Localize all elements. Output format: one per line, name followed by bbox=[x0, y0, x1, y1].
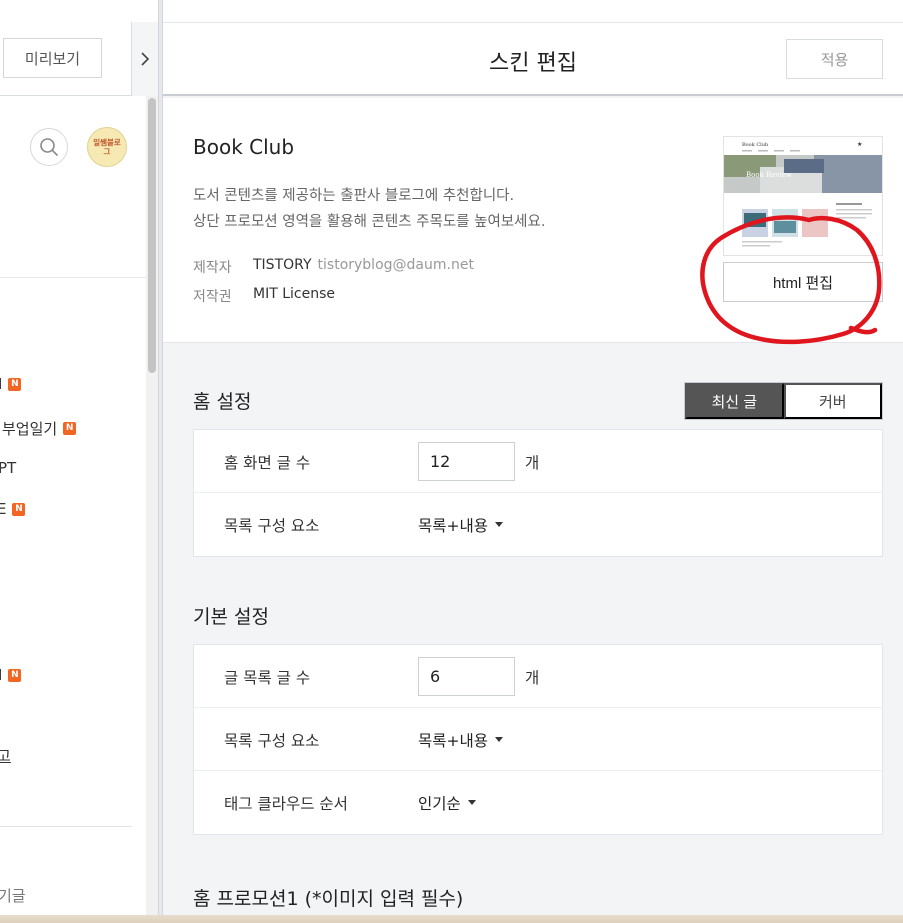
home-post-count-label: 홈 화면 글 수 bbox=[224, 453, 311, 472]
preview-scrollbar[interactable] bbox=[146, 96, 158, 923]
thumb-site-title: Book Club bbox=[742, 142, 768, 148]
basic-settings-title: 기본 설정 bbox=[193, 606, 269, 628]
skin-name: Book Club bbox=[193, 135, 295, 159]
home-settings-title: 홈 설정 bbox=[193, 391, 252, 413]
home-list-components-label: 목록 구성 요소 bbox=[224, 516, 320, 535]
settings-row: 목록 구성 요소 목록+내용 bbox=[194, 708, 882, 771]
blog-search-button[interactable] bbox=[30, 128, 68, 166]
avatar-text: 일쌤블로그 bbox=[93, 138, 121, 156]
new-badge: N bbox=[8, 377, 22, 391]
footer-link-label: 기글 bbox=[0, 887, 26, 905]
annotation-circle bbox=[700, 215, 882, 345]
top-strip bbox=[163, 0, 903, 22]
caret-down-icon bbox=[495, 737, 504, 742]
skin-license: 저작권 MIT License bbox=[193, 286, 335, 306]
bottom-strip bbox=[0, 915, 903, 923]
home-promotion-title: 홈 프로모션1 (*이미지 입력 필수) bbox=[193, 888, 464, 910]
settings-row: 목록 구성 요소 목록+내용 bbox=[194, 493, 882, 556]
footer-link[interactable]: 기글 bbox=[0, 885, 26, 906]
list-components-label: 목록 구성 요소 bbox=[224, 731, 320, 750]
blog-preview-pane: 미리보기 일쌤블로그 I N 부업일기 N PT E N I N 고 기글 bbox=[0, 0, 158, 923]
skin-description: 도서 콘텐츠를 제공하는 출판사 블로그에 추천합니다. 상단 프로모션 영역을… bbox=[193, 183, 545, 235]
search-icon bbox=[40, 138, 59, 157]
caret-down-icon bbox=[467, 800, 476, 805]
thumb-banner-text: Book Review bbox=[746, 171, 792, 179]
settings-row: 태그 클라우드 순서 인기순 bbox=[194, 771, 882, 834]
home-post-count-input[interactable] bbox=[418, 442, 515, 481]
category-item[interactable]: PT bbox=[0, 459, 16, 477]
new-badge: N bbox=[63, 422, 77, 435]
blog-avatar[interactable]: 일쌤블로그 bbox=[87, 127, 127, 167]
skin-editor-panel: 스킨 편집 적용 Book Club 도서 콘텐츠를 제공하는 출판사 블로그에… bbox=[163, 0, 903, 923]
scrollbar-thumb[interactable] bbox=[148, 98, 156, 373]
chevron-right-icon bbox=[141, 52, 150, 66]
apply-button[interactable]: 적용 bbox=[786, 39, 883, 79]
list-count-label: 글 목록 글 수 bbox=[224, 668, 311, 687]
license-key: 저작권 bbox=[193, 289, 232, 305]
unit-label: 개 bbox=[525, 668, 540, 687]
maker-value-wrap: TISTORY tistoryblog@daum.net bbox=[253, 257, 474, 277]
settings-row: 홈 화면 글 수 개 bbox=[194, 430, 882, 493]
tab-latest-posts[interactable]: 최신 글 bbox=[685, 383, 784, 419]
unit-label: 개 bbox=[525, 453, 540, 472]
home-mode-toggle: 최신 글 커버 bbox=[684, 382, 883, 420]
divider bbox=[0, 277, 146, 278]
tag-cloud-order-dropdown[interactable]: 인기순 bbox=[418, 771, 476, 834]
category-label: I bbox=[0, 375, 3, 393]
new-badge: N bbox=[8, 668, 22, 682]
home-list-components-dropdown[interactable]: 목록+내용 bbox=[418, 493, 504, 556]
license-value: MIT License bbox=[253, 286, 335, 302]
list-count-input[interactable] bbox=[418, 657, 515, 696]
category-label: E bbox=[0, 500, 7, 518]
basic-settings-box: 글 목록 글 수 개 목록 구성 요소 목록+내용 태그 클라우드 순서 인기순 bbox=[193, 644, 883, 835]
caret-down-icon bbox=[495, 522, 504, 527]
category-label: 부업일기 bbox=[2, 420, 58, 438]
dropdown-value: 목록+내용 bbox=[418, 516, 489, 535]
divider bbox=[0, 826, 132, 827]
tab-cover[interactable]: 커버 bbox=[783, 383, 882, 419]
collapse-panel-button[interactable] bbox=[131, 22, 158, 96]
category-item[interactable]: E N bbox=[0, 500, 26, 518]
category-item[interactable]: 고 bbox=[0, 745, 11, 766]
dropdown-value: 인기순 bbox=[418, 794, 461, 813]
skin-maker: 제작자 TISTORY tistoryblog@daum.net bbox=[193, 257, 474, 277]
skin-description-line: 상단 프로모션 영역을 활용해 콘텐츠 주목도를 높여보세요. bbox=[193, 214, 546, 230]
preview-button[interactable]: 미리보기 bbox=[3, 38, 102, 78]
home-settings-box: 홈 화면 글 수 개 목록 구성 요소 목록+내용 bbox=[193, 429, 883, 557]
category-item[interactable]: I N bbox=[0, 375, 22, 393]
category-label: I bbox=[0, 666, 3, 684]
svg-text:★: ★ bbox=[857, 141, 862, 148]
tag-cloud-order-label: 태그 클라우드 순서 bbox=[224, 794, 348, 813]
maker-key: 제작자 bbox=[193, 260, 232, 276]
category-label: 고 bbox=[0, 747, 11, 765]
skin-description-line: 도서 콘텐츠를 제공하는 출판사 블로그에 추천합니다. bbox=[193, 188, 515, 204]
maker-value: TISTORY bbox=[253, 257, 312, 273]
maker-email: tistoryblog@daum.net bbox=[317, 257, 474, 273]
dropdown-value: 목록+내용 bbox=[418, 731, 489, 750]
list-components-dropdown[interactable]: 목록+내용 bbox=[418, 708, 504, 771]
new-badge: N bbox=[12, 502, 26, 516]
category-item[interactable]: I N bbox=[0, 666, 22, 684]
category-label: PT bbox=[0, 459, 17, 477]
editor-header: 스킨 편집 적용 bbox=[163, 22, 903, 96]
category-item[interactable]: 부업일기 N bbox=[2, 418, 77, 439]
settings-row: 글 목록 글 수 개 bbox=[194, 645, 882, 708]
